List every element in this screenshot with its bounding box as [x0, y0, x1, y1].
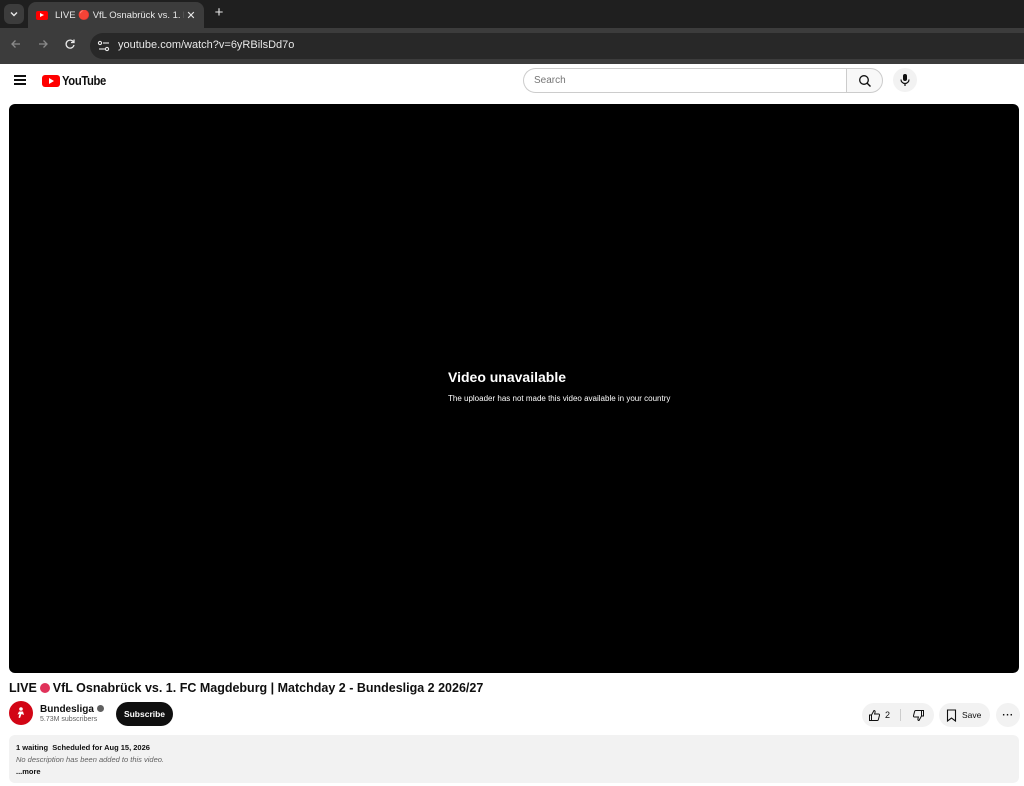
- like-button[interactable]: 2: [862, 703, 900, 727]
- menu-icon[interactable]: [14, 75, 26, 85]
- error-title: Video unavailable: [448, 369, 567, 385]
- voice-search-button[interactable]: [893, 68, 917, 92]
- tab-search-button[interactable]: [4, 4, 24, 24]
- title-live-label: LIVE: [9, 681, 37, 695]
- description-meta: 1 waiting Scheduled for Aug 15, 2026: [16, 743, 150, 752]
- video-title: LIVE VfL Osnabrück vs. 1. FC Magdeburg | …: [9, 681, 483, 695]
- site-settings-icon: [97, 40, 110, 52]
- youtube-header: YouTube: [0, 64, 1024, 100]
- youtube-logo[interactable]: YouTube: [42, 73, 111, 89]
- url-text: youtube.com/watch?v=6yRBilsDd7o: [118, 39, 295, 51]
- new-tab-button[interactable]: +: [210, 4, 228, 22]
- bookmark-icon: [946, 708, 957, 722]
- title-text: VfL Osnabrück vs. 1. FC Magdeburg | Matc…: [52, 681, 484, 695]
- microphone-icon: [900, 74, 910, 86]
- tab-title: LIVE 🔴 VfL Osnabrück vs. 1. FC: [55, 9, 184, 21]
- back-button[interactable]: [6, 36, 26, 56]
- error-message: The uploader has not made this video ava…: [448, 394, 671, 403]
- thumbs-up-icon: [869, 709, 881, 721]
- search-box: [523, 68, 846, 93]
- arrow-left-icon: [11, 40, 20, 48]
- verified-badge-icon: [96, 705, 104, 712]
- show-more-link[interactable]: ...more: [16, 767, 41, 776]
- waiting-count: 1 waiting: [16, 743, 49, 752]
- like-divider: [900, 709, 901, 721]
- subscriber-count: 5.73M subscribers: [40, 716, 98, 723]
- bundesliga-logo-icon: [17, 707, 24, 718]
- search-button[interactable]: [846, 68, 883, 93]
- address-bar[interactable]: youtube.com/watch?v=6yRBilsDd7o: [90, 33, 1024, 59]
- channel-name-text: Bundesliga: [40, 704, 94, 715]
- description-text: No description has been added to this vi…: [16, 755, 165, 764]
- description-box[interactable]: 1 waiting Scheduled for Aug 15, 2026 No …: [9, 735, 1019, 783]
- video-player[interactable]: Video unavailable The uploader has not m…: [9, 104, 1019, 673]
- chevron-down-icon: [10, 12, 18, 17]
- forward-button[interactable]: [33, 36, 53, 56]
- channel-avatar[interactable]: [9, 701, 33, 725]
- subscribe-button[interactable]: Subscribe: [116, 702, 173, 726]
- live-dot-icon: [39, 683, 50, 693]
- search-icon: [858, 74, 871, 87]
- save-label: Save: [962, 710, 982, 720]
- more-actions-button[interactable]: ···: [996, 703, 1020, 727]
- like-count: 2: [885, 710, 891, 720]
- scheduled-date: Scheduled for Aug 15, 2026: [52, 743, 150, 752]
- arrow-right-icon: [39, 40, 48, 48]
- browser-toolbar: youtube.com/watch?v=6yRBilsDd7o: [0, 28, 1024, 64]
- like-dislike-bar: 2: [862, 703, 934, 727]
- thumbs-down-icon: [912, 709, 924, 721]
- dislike-button[interactable]: [902, 703, 934, 727]
- reload-icon: [65, 39, 75, 49]
- channel-name[interactable]: Bundesliga: [40, 704, 104, 715]
- youtube-play-icon: [42, 75, 60, 87]
- browser-tab-bar: LIVE 🔴 VfL Osnabrück vs. 1. FC ✕ +: [0, 0, 1024, 28]
- logo-text: YouTube: [62, 74, 106, 88]
- reload-button[interactable]: [60, 36, 80, 56]
- browser-tab-active[interactable]: LIVE 🔴 VfL Osnabrück vs. 1. FC ✕: [28, 2, 204, 28]
- youtube-favicon-icon: [36, 10, 48, 20]
- tab-close-icon[interactable]: ✕: [184, 9, 198, 22]
- save-button[interactable]: Save: [939, 703, 990, 727]
- search-input[interactable]: [524, 69, 846, 92]
